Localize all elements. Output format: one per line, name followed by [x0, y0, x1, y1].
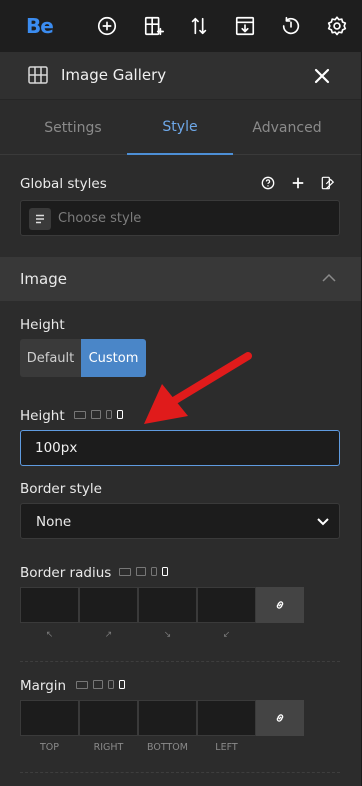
- global-styles-label: Global styles: [20, 176, 107, 192]
- tablet-icon[interactable]: [136, 567, 146, 576]
- responsive-device-icons: [74, 410, 123, 419]
- side-labels: TOP RIGHT BOTTOM LEFT: [20, 742, 256, 753]
- mobile-landscape-icon[interactable]: [106, 410, 112, 419]
- plus-icon[interactable]: [290, 175, 306, 191]
- history-icon[interactable]: [279, 14, 303, 38]
- height-label: Height: [20, 408, 65, 424]
- border-style-select[interactable]: None: [20, 503, 340, 539]
- border-radius-inputs: [20, 587, 304, 623]
- corner-labels: ↖ ↗ ↘ ↙: [20, 630, 256, 640]
- margin-label: Margin: [20, 678, 67, 694]
- list-icon: [29, 208, 51, 230]
- tab-style[interactable]: Style: [127, 101, 233, 155]
- import-icon[interactable]: [233, 14, 257, 38]
- border-radius-label: Border radius: [20, 565, 112, 581]
- link-values-button[interactable]: [256, 587, 304, 623]
- margin-bottom-input[interactable]: [138, 700, 197, 736]
- link-icon: [276, 714, 284, 722]
- gallery-grid-icon: [28, 66, 48, 84]
- add-section-icon[interactable]: [142, 14, 166, 38]
- style-manager-icon[interactable]: [320, 175, 336, 191]
- side-bottom-label: BOTTOM: [147, 742, 188, 753]
- link-values-button[interactable]: [256, 700, 304, 736]
- link-icon: [276, 601, 284, 609]
- add-icon[interactable]: [95, 14, 119, 38]
- close-icon[interactable]: [312, 66, 332, 86]
- corner-top-left-label: ↖: [45, 630, 54, 640]
- border-style-label: Border style: [20, 481, 102, 497]
- choose-style-select[interactable]: Choose style: [20, 200, 340, 236]
- settings-icon[interactable]: [325, 14, 349, 38]
- top-toolbar: Be: [0, 0, 362, 52]
- logo: Be: [26, 14, 54, 38]
- chevron-down-icon: [317, 518, 329, 526]
- desktop-icon[interactable]: [74, 410, 86, 419]
- section-divider: [20, 772, 340, 773]
- radius-bottom-right-input[interactable]: [138, 587, 197, 623]
- radius-bottom-left-input[interactable]: [197, 587, 256, 623]
- image-section-header[interactable]: Image: [0, 257, 362, 301]
- tab-bar: Settings Style Advanced: [0, 101, 362, 155]
- margin-inputs: [20, 700, 304, 736]
- margin-right-input[interactable]: [79, 700, 138, 736]
- image-section-title: Image: [20, 270, 67, 288]
- height-mode-label: Height: [20, 317, 65, 333]
- tablet-icon[interactable]: [93, 680, 103, 689]
- panel-title: Image Gallery: [61, 66, 167, 84]
- global-styles-actions: [260, 175, 336, 191]
- height-mode-toggle: Default Custom: [20, 339, 146, 377]
- choose-style-placeholder: Choose style: [58, 211, 142, 226]
- corner-bottom-right-label: ↘: [163, 630, 172, 640]
- responsive-device-icons: [119, 567, 168, 576]
- margin-left-input[interactable]: [197, 700, 256, 736]
- sort-icon[interactable]: [187, 14, 211, 38]
- mode-default-button[interactable]: Default: [20, 339, 81, 377]
- mobile-icon[interactable]: [117, 410, 123, 419]
- side-right-label: RIGHT: [93, 742, 124, 753]
- annotation-arrow-icon: [144, 352, 252, 424]
- margin-top-input[interactable]: [20, 700, 79, 736]
- mobile-landscape-icon[interactable]: [151, 567, 157, 576]
- corner-bottom-left-label: ↙: [222, 630, 231, 640]
- border-style-value: None: [36, 514, 72, 530]
- side-top-label: TOP: [39, 742, 59, 753]
- tab-settings[interactable]: Settings: [18, 101, 128, 155]
- side-left-label: LEFT: [215, 742, 238, 753]
- section-divider: [20, 661, 340, 662]
- radius-top-left-input[interactable]: [20, 587, 79, 623]
- tablet-icon[interactable]: [91, 410, 101, 419]
- mobile-landscape-icon[interactable]: [108, 680, 114, 689]
- help-icon[interactable]: [260, 175, 276, 191]
- height-input[interactable]: [20, 430, 340, 466]
- chevron-up-icon[interactable]: [322, 273, 336, 283]
- responsive-device-icons: [76, 680, 125, 689]
- radius-top-right-input[interactable]: [79, 587, 138, 623]
- mobile-icon[interactable]: [162, 567, 168, 576]
- desktop-icon[interactable]: [76, 680, 88, 689]
- mobile-icon[interactable]: [119, 680, 125, 689]
- corner-top-right-label: ↗: [104, 630, 113, 640]
- panel-header: Image Gallery: [0, 52, 362, 100]
- tab-advanced[interactable]: Advanced: [232, 101, 342, 155]
- desktop-icon[interactable]: [119, 567, 131, 576]
